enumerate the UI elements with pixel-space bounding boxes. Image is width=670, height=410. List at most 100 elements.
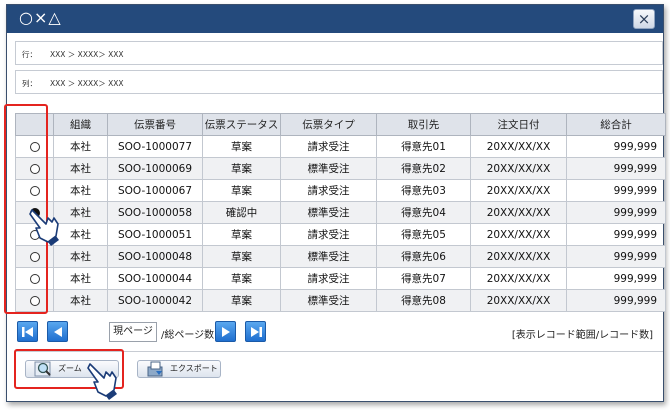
- column-header[interactable]: 伝票番号: [107, 113, 203, 136]
- status-cell: 草案: [202, 223, 281, 246]
- table-row[interactable]: 本社 SOO-1000051 草案 請求受注 得意先05 20XX/XX/XX 999,99…: [15, 223, 666, 246]
- order-date-cell: 20XX/XX/XX: [470, 201, 567, 224]
- status-cell: 草案: [202, 267, 281, 290]
- slip-number-cell: SOO-1000069: [107, 157, 203, 180]
- last-page-icon: [251, 327, 262, 337]
- org-cell: 本社: [53, 289, 108, 312]
- slip-number-cell: SOO-1000051: [107, 223, 203, 246]
- table-row[interactable]: 本社 SOO-1000067 草案 請求受注 得意先03 20XX/XX/XX 999,99…: [15, 179, 666, 202]
- org-cell: 本社: [53, 157, 108, 180]
- magnifier-icon: [34, 361, 51, 377]
- status-cell: 草案: [202, 135, 281, 158]
- divider: [15, 351, 663, 352]
- column-axis-breadcrumb: 列： XXX ＞ XXXX＞ XXX: [15, 70, 663, 94]
- type-cell: 請求受注: [280, 223, 377, 246]
- row-select-cell: [15, 289, 54, 312]
- total-cell: 999,999: [566, 201, 666, 224]
- row-select-radio[interactable]: [29, 229, 40, 240]
- table-body: 本社 SOO-1000077 草案 請求受注 得意先01 20XX/XX/XX 999,99…: [15, 135, 666, 312]
- table-row[interactable]: 本社 SOO-1000058 確認中 標準受注 得意先04 20XX/XX/XX 999,9…: [15, 201, 666, 224]
- row-select-radio[interactable]: [29, 295, 40, 306]
- row-axis-breadcrumb: 行： XXX ＞ XXXX＞ XXX: [15, 41, 663, 65]
- row-axis-label: 行：: [22, 50, 37, 59]
- partner-cell: 得意先03: [376, 179, 471, 202]
- table-row[interactable]: 本社 SOO-1000077 草案 請求受注 得意先01 20XX/XX/XX 999,99…: [15, 135, 666, 158]
- row-select-cell: [15, 157, 54, 180]
- status-cell: 草案: [202, 179, 281, 202]
- column-header[interactable]: 総合計: [566, 113, 666, 136]
- order-date-cell: 20XX/XX/XX: [470, 157, 567, 180]
- partner-cell: 得意先07: [376, 267, 471, 290]
- partner-cell: 得意先05: [376, 223, 471, 246]
- order-date-cell: 20XX/XX/XX: [470, 267, 567, 290]
- row-select-cell: [15, 223, 54, 246]
- row-select-radio[interactable]: [29, 163, 40, 174]
- org-cell: 本社: [53, 245, 108, 268]
- table-row[interactable]: 本社 SOO-1000044 草案 請求受注 得意先07 20XX/XX/XX 999,99…: [15, 267, 666, 290]
- row-select-radio[interactable]: [29, 251, 40, 262]
- export-button-label: エクスポート: [170, 364, 218, 373]
- order-date-cell: 20XX/XX/XX: [470, 135, 567, 158]
- slip-number-cell: SOO-1000044: [107, 267, 203, 290]
- org-cell: 本社: [53, 179, 108, 202]
- slip-table: 組織 伝票番号 伝票ステータス 伝票タイプ 取引先 注文日付 総合計 本社 SOO-10000…: [15, 113, 666, 312]
- next-page-button[interactable]: [215, 321, 236, 342]
- slip-table-container: 組織 伝票番号 伝票ステータス 伝票タイプ 取引先 注文日付 総合計 本社 SOO-10000…: [15, 113, 666, 312]
- type-cell: 請求受注: [280, 267, 377, 290]
- total-cell: 999,999: [566, 223, 666, 246]
- slip-number-cell: SOO-1000067: [107, 179, 203, 202]
- total-cell: 999,999: [566, 135, 666, 158]
- first-page-icon: [22, 327, 33, 337]
- status-cell: 草案: [202, 245, 281, 268]
- row-axis-path[interactable]: XXX ＞ XXXX＞ XXX: [50, 49, 124, 60]
- export-icon: [147, 361, 163, 377]
- type-cell: 請求受注: [280, 179, 377, 202]
- partner-cell: 得意先08: [376, 289, 471, 312]
- total-cell: 999,999: [566, 289, 666, 312]
- slip-number-cell: SOO-1000042: [107, 289, 203, 312]
- first-page-button[interactable]: [17, 321, 38, 342]
- column-axis-path[interactable]: XXX ＞ XXXX＞ XXX: [50, 78, 124, 89]
- zoom-button[interactable]: ズーム: [25, 360, 119, 378]
- total-cell: 999,999: [566, 267, 666, 290]
- type-cell: 標準受注: [280, 157, 377, 180]
- column-header[interactable]: 伝票タイプ: [280, 113, 377, 136]
- current-page-field[interactable]: 現ページ: [109, 322, 157, 342]
- status-cell: 草案: [202, 289, 281, 312]
- export-button[interactable]: エクスポート: [137, 360, 221, 378]
- column-header[interactable]: 組織: [53, 113, 108, 136]
- partner-cell: 得意先01: [376, 135, 471, 158]
- column-header: [15, 113, 54, 136]
- status-cell: 草案: [202, 157, 281, 180]
- dialog-window: ○×△ × 行： XXX ＞ XXXX＞ XXX 列： XXX ＞ XXXX＞ …: [6, 4, 667, 402]
- row-select-cell: [15, 267, 54, 290]
- row-select-radio[interactable]: [29, 141, 40, 152]
- org-cell: 本社: [53, 135, 108, 158]
- type-cell: 標準受注: [280, 245, 377, 268]
- total-cell: 999,999: [566, 245, 666, 268]
- partner-cell: 得意先02: [376, 157, 471, 180]
- column-header[interactable]: 取引先: [376, 113, 471, 136]
- close-button[interactable]: ×: [633, 9, 655, 29]
- column-header[interactable]: 注文日付: [470, 113, 567, 136]
- row-select-radio[interactable]: [29, 185, 40, 196]
- row-select-radio[interactable]: [29, 207, 40, 218]
- zoom-button-label: ズーム: [58, 364, 82, 373]
- table-row[interactable]: 本社 SOO-1000069 草案 標準受注 得意先02 20XX/XX/XX 999,99…: [15, 157, 666, 180]
- prev-page-button[interactable]: [47, 321, 68, 342]
- total-cell: 999,999: [566, 179, 666, 202]
- last-page-button[interactable]: [245, 321, 266, 342]
- row-select-radio[interactable]: [29, 273, 40, 284]
- total-pages-label: /総ページ数: [161, 330, 215, 341]
- table-row[interactable]: 本社 SOO-1000042 草案 標準受注 得意先08 20XX/XX/XX 999,99…: [15, 289, 666, 312]
- next-page-icon: [222, 327, 230, 337]
- slip-number-cell: SOO-1000077: [107, 135, 203, 158]
- pager: 現ページ /総ページ数 [表示レコード範囲/レコード数]: [17, 321, 667, 343]
- table-row[interactable]: 本社 SOO-1000048 草案 標準受注 得意先06 20XX/XX/XX 999,99…: [15, 245, 666, 268]
- total-cell: 999,999: [566, 157, 666, 180]
- org-cell: 本社: [53, 267, 108, 290]
- order-date-cell: 20XX/XX/XX: [470, 179, 567, 202]
- order-date-cell: 20XX/XX/XX: [470, 245, 567, 268]
- title-bar: ○×△ ×: [7, 5, 663, 33]
- column-header[interactable]: 伝票ステータス: [202, 113, 281, 136]
